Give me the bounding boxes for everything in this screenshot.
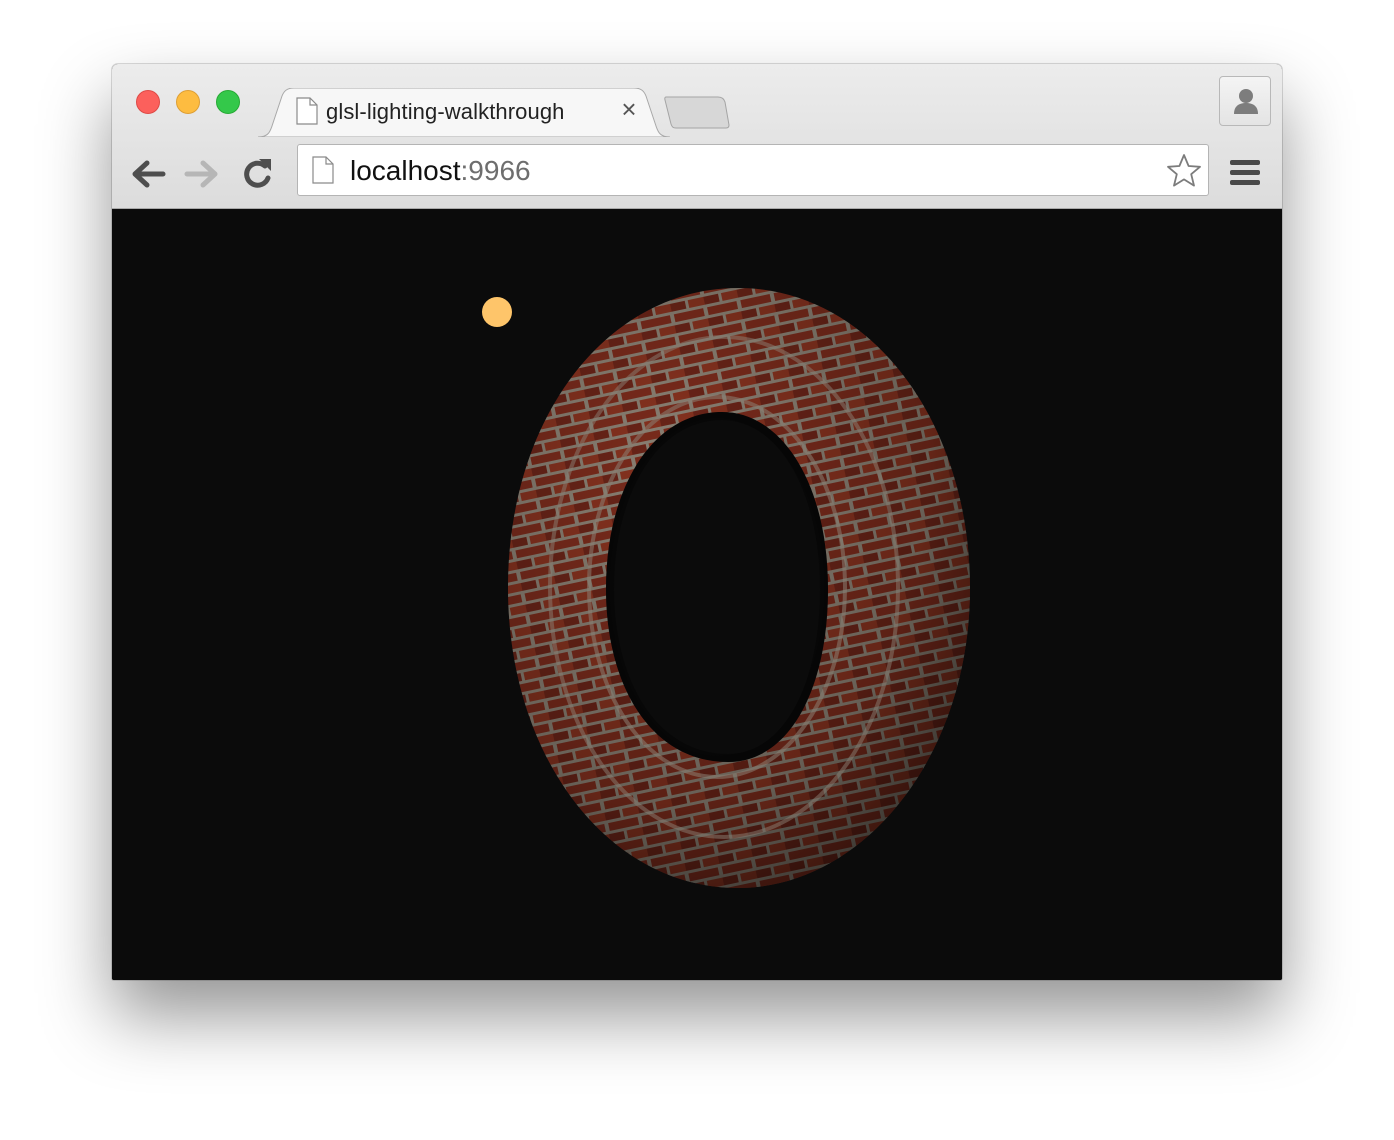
page-icon <box>296 97 318 125</box>
forward-arrow-icon[interactable] <box>184 156 220 192</box>
tab-active[interactable]: glsl-lighting-walkthrough × <box>258 88 670 137</box>
brick-torus <box>508 288 970 888</box>
reload-icon[interactable] <box>240 156 276 192</box>
window-close-button[interactable] <box>136 90 160 114</box>
window-maximize-button[interactable] <box>216 90 240 114</box>
tab-title: glsl-lighting-walkthrough <box>326 99 565 124</box>
profile-button[interactable] <box>1219 76 1271 126</box>
url-host: localhost <box>350 155 461 186</box>
window-minimize-button[interactable] <box>176 90 200 114</box>
new-tab-button[interactable] <box>664 95 730 129</box>
profile-icon <box>1234 89 1258 114</box>
browser-chrome: glsl-lighting-walkthrough × localhost:99… <box>112 64 1282 209</box>
menu-icon[interactable] <box>1230 158 1262 188</box>
bookmark-star-icon[interactable] <box>1166 153 1202 189</box>
toolbar: localhost:9966 <box>112 136 1282 208</box>
tab-strip: glsl-lighting-walkthrough × <box>112 64 1282 137</box>
browser-window: glsl-lighting-walkthrough × localhost:99… <box>112 64 1282 980</box>
page-icon <box>312 156 334 184</box>
url-text[interactable]: localhost:9966 <box>350 155 531 187</box>
url-port: :9966 <box>460 155 531 186</box>
address-bar[interactable]: localhost:9966 <box>297 144 1209 196</box>
webgl-canvas[interactable] <box>112 209 1282 980</box>
back-arrow-icon[interactable] <box>130 156 166 192</box>
tab-close-icon[interactable]: × <box>616 96 642 122</box>
